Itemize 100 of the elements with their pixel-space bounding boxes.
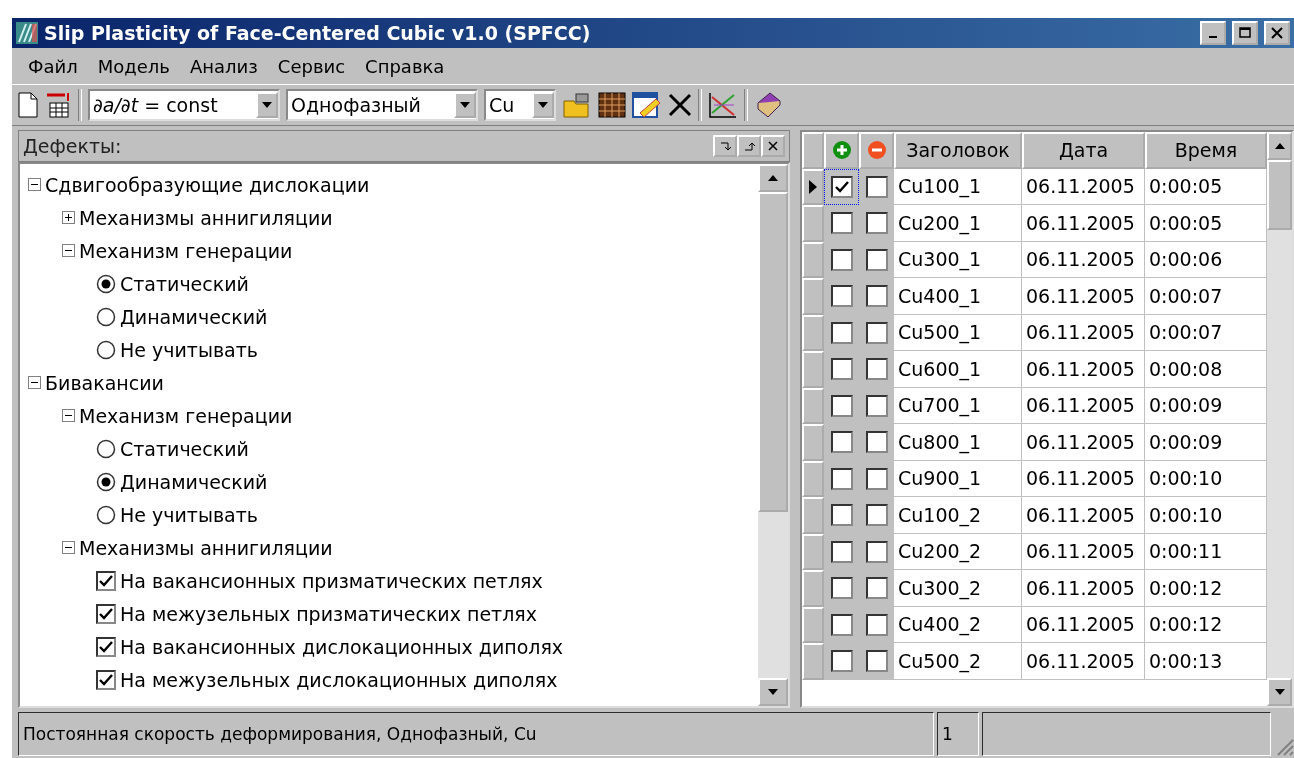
collapse-icon[interactable] <box>62 244 75 257</box>
scrollbar[interactable] <box>758 164 788 706</box>
row-indicator[interactable] <box>802 168 824 205</box>
checkbox[interactable] <box>865 285 888 308</box>
tree-item[interactable]: Динамический <box>120 305 268 328</box>
undock-button[interactable] <box>737 135 761 157</box>
checkbox[interactable] <box>865 540 888 563</box>
close-icon <box>1271 27 1283 39</box>
checkbox[interactable] <box>96 636 116 657</box>
tree-item[interactable]: Механизм генерации <box>79 404 293 427</box>
table-cell: 06.11.2005 <box>1022 570 1145 607</box>
tree-item[interactable]: На межузельных призматических петлях <box>120 602 537 625</box>
delete-icon[interactable] <box>668 93 692 117</box>
collapse-icon[interactable] <box>28 376 41 389</box>
checkbox[interactable] <box>830 577 853 600</box>
open-folder-icon[interactable] <box>562 91 592 119</box>
checkbox[interactable] <box>865 175 888 198</box>
dropdown-field[interactable]: Однофазный <box>286 89 478 121</box>
radio-button[interactable] <box>96 471 116 492</box>
dropdown-field[interactable]: ∂a/∂t = const <box>88 89 280 121</box>
menu-item[interactable]: Анализ <box>179 55 268 77</box>
scroll-thumb[interactable] <box>758 192 788 512</box>
maximize-button[interactable] <box>1232 21 1258 45</box>
radio-button[interactable] <box>96 273 116 294</box>
scroll-thumb[interactable] <box>1267 160 1292 230</box>
tree-item[interactable]: Не учитывать <box>120 503 258 526</box>
checkbox[interactable] <box>830 540 853 563</box>
expand-icon[interactable] <box>62 211 75 224</box>
checkbox[interactable] <box>96 669 116 690</box>
remove-icon <box>866 140 887 161</box>
radio-button[interactable] <box>96 306 116 327</box>
radio-button[interactable] <box>96 339 116 360</box>
collapse-icon[interactable] <box>62 409 75 422</box>
tree-item[interactable]: Механизмы аннигиляции <box>79 536 333 559</box>
tree-item[interactable]: На вакансионных дислокационных диполях <box>120 635 564 658</box>
app-logo-icon <box>16 22 38 44</box>
menu-item[interactable]: Файл <box>18 55 88 77</box>
tree-item[interactable]: На межузельных дислокационных диполях <box>120 668 558 691</box>
new-document-icon[interactable] <box>18 92 38 118</box>
number-grid-icon[interactable] <box>44 91 72 119</box>
column-header[interactable]: Время <box>1145 132 1267 169</box>
checkbox[interactable] <box>865 431 888 454</box>
close-panel-button[interactable] <box>761 135 785 157</box>
table-cell: 06.11.2005 <box>1022 351 1145 388</box>
close-button[interactable] <box>1264 21 1290 45</box>
column-header[interactable]: Заголовок <box>894 132 1022 169</box>
table-cell: Cu600_1 <box>894 351 1022 388</box>
checkbox[interactable] <box>830 248 853 271</box>
tree-item[interactable]: Статический <box>120 437 249 460</box>
tree-item[interactable]: Не учитывать <box>120 338 258 361</box>
menu-item[interactable]: Модель <box>87 55 180 77</box>
checkbox[interactable] <box>830 613 853 636</box>
checkbox[interactable] <box>865 321 888 344</box>
checkbox[interactable] <box>96 570 116 591</box>
tree-item[interactable]: Механизм генерации <box>79 239 293 262</box>
tree-item[interactable]: На вакансионных призматических петлях <box>120 569 543 592</box>
checkbox[interactable] <box>830 431 853 454</box>
minimize-button[interactable] <box>1200 21 1226 45</box>
checkbox[interactable] <box>830 467 853 490</box>
tree-item[interactable]: Сдвигообразующие дислокации <box>45 173 370 196</box>
checkbox[interactable] <box>830 650 853 673</box>
tree-item[interactable]: Статический <box>120 272 249 295</box>
tree-item[interactable]: Бивакансии <box>45 371 164 394</box>
tree-item[interactable]: Динамический <box>120 470 268 493</box>
dropdown-field[interactable]: Cu <box>484 89 556 121</box>
tree-item[interactable]: Механизмы аннигиляции <box>79 206 333 229</box>
menu-item[interactable]: Сервис <box>267 55 356 77</box>
scroll-down-icon <box>460 102 470 108</box>
checkbox[interactable] <box>865 358 888 381</box>
dock-button[interactable] <box>713 135 737 157</box>
checkbox[interactable] <box>830 358 853 381</box>
column-header[interactable]: Дата <box>1022 132 1145 169</box>
checkbox[interactable] <box>865 504 888 527</box>
radio-button[interactable] <box>96 438 116 459</box>
edit-form-icon[interactable] <box>632 91 662 119</box>
radio-button[interactable] <box>96 504 116 525</box>
calculator-icon[interactable] <box>598 92 626 118</box>
checkbox[interactable] <box>830 175 853 198</box>
collapse-icon[interactable] <box>28 178 41 191</box>
checkbox[interactable] <box>865 650 888 673</box>
maximize-icon <box>1239 27 1251 39</box>
check-icon <box>99 673 113 686</box>
checkbox[interactable] <box>865 467 888 490</box>
minimize-icon <box>1209 36 1217 38</box>
checkbox[interactable] <box>830 321 853 344</box>
checkbox[interactable] <box>865 212 888 235</box>
checkbox[interactable] <box>865 248 888 271</box>
scrollbar[interactable] <box>1267 132 1292 706</box>
collapse-icon[interactable] <box>62 541 75 554</box>
menu-item[interactable]: Справка <box>355 55 455 77</box>
checkbox[interactable] <box>96 603 116 624</box>
checkbox[interactable] <box>830 394 853 417</box>
checkbox[interactable] <box>865 394 888 417</box>
chart-icon[interactable] <box>708 91 738 119</box>
checkbox[interactable] <box>830 504 853 527</box>
table-cell: 06.11.2005 <box>1022 278 1145 315</box>
checkbox[interactable] <box>830 285 853 308</box>
checkbox[interactable] <box>830 212 853 235</box>
checkbox[interactable] <box>865 613 888 636</box>
checkbox[interactable] <box>865 577 888 600</box>
